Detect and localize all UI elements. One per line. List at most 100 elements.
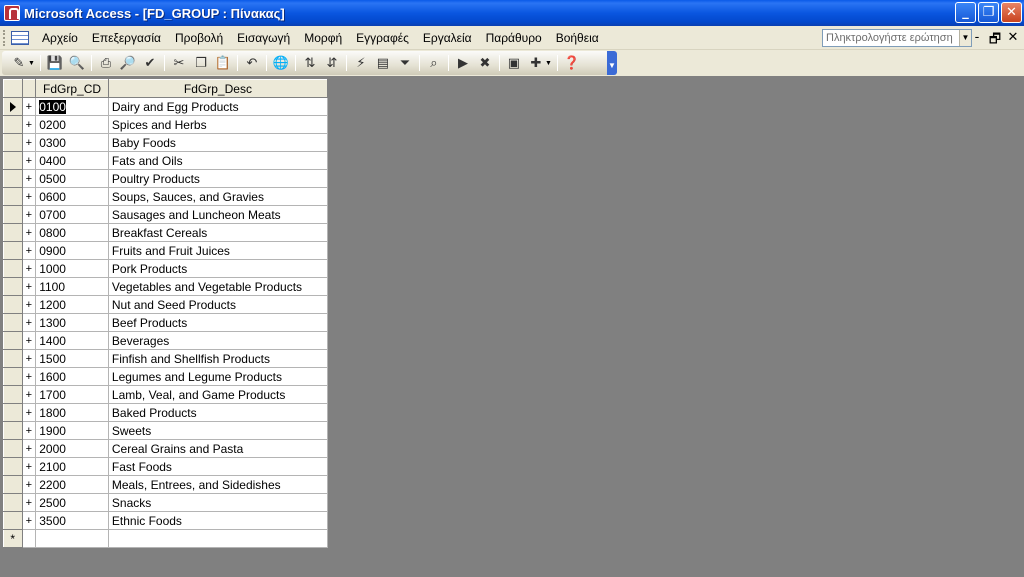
apply-filter-icon[interactable]: ⏷ [395,53,415,73]
cell-fdgrp-cd[interactable]: 0700 [35,205,109,224]
access-app-icon[interactable] [4,5,20,21]
paste-icon[interactable]: 📋 [213,53,233,73]
cell-fdgrp-cd[interactable]: 1000 [35,259,109,278]
record-selector[interactable] [3,295,23,314]
table-row[interactable]: +1600 Legumes and Legume Products [3,367,329,386]
record-selector[interactable] [3,115,23,134]
cell-fdgrp-cd[interactable]: 1300 [35,313,109,332]
column-header-fdgrp-cd[interactable]: FdGrp_CD [35,79,109,98]
expand-subdatasheet-icon[interactable]: + [21,349,37,368]
record-selector[interactable] [3,223,23,242]
minimize-button[interactable]: _ [955,2,976,23]
cell-fdgrp-desc[interactable]: Ethnic Foods [107,511,329,530]
find-icon[interactable]: ⌕ [424,53,444,73]
cell-fdgrp-desc[interactable]: Dairy and Egg Products [107,97,329,116]
record-selector[interactable] [3,439,23,458]
cell-fdgrp-desc[interactable]: Snacks [107,493,329,512]
menu-format[interactable]: Μορφή [297,28,349,48]
new-cell-fdgrp-desc[interactable] [107,529,329,548]
search-icon[interactable]: 🔍 [67,53,87,73]
expand-subdatasheet-icon[interactable]: + [21,403,37,422]
cell-fdgrp-desc[interactable]: Baked Products [107,403,329,422]
expand-subdatasheet-icon[interactable]: + [21,277,37,296]
datasheet-control-icon[interactable] [11,30,29,45]
record-selector[interactable] [3,97,23,116]
table-row[interactable]: +1500 Finfish and Shellfish Products [3,349,329,368]
cell-fdgrp-desc[interactable]: Sausages and Luncheon Meats [107,205,329,224]
new-record-row[interactable]: * [3,529,329,548]
cell-fdgrp-cd[interactable]: 0100 [35,97,109,116]
expand-subdatasheet-icon[interactable]: + [21,169,37,188]
record-selector[interactable] [3,169,23,188]
spelling-icon[interactable]: ✔ [140,53,160,73]
cell-fdgrp-desc[interactable]: Finfish and Shellfish Products [107,349,329,368]
cell-fdgrp-desc[interactable]: Meals, Entrees, and Sidedishes [107,475,329,494]
cell-fdgrp-cd[interactable]: 1400 [35,331,109,350]
table-row[interactable]: +0800 Breakfast Cereals [3,223,329,242]
cell-fdgrp-cd[interactable]: 0400 [35,151,109,170]
expand-subdatasheet-icon[interactable]: + [21,367,37,386]
cell-fdgrp-desc[interactable]: Fast Foods [107,457,329,476]
record-selector[interactable] [3,151,23,170]
new-record-icon[interactable]: ▶ [453,53,473,73]
table-row[interactable]: +2000 Cereal Grains and Pasta [3,439,329,458]
cell-fdgrp-desc[interactable]: Spices and Herbs [107,115,329,134]
record-selector[interactable] [3,493,23,512]
cell-fdgrp-cd[interactable]: 2000 [35,439,109,458]
table-row[interactable]: +1100 Vegetables and Vegetable Products [3,277,329,296]
record-selector[interactable] [3,331,23,350]
new-object-icon[interactable]: ✚ [526,53,546,73]
cell-fdgrp-cd[interactable]: 1700 [35,385,109,404]
select-all-corner[interactable] [3,79,23,98]
cell-fdgrp-desc[interactable]: Fats and Oils [107,151,329,170]
doc-minimize-button[interactable]: - [970,30,984,52]
table-row[interactable]: +0500 Poultry Products [3,169,329,188]
expand-subdatasheet-icon[interactable]: + [21,223,37,242]
print-icon[interactable]: ⎙ [96,53,116,73]
print-preview-icon[interactable]: 🔎 [118,53,138,73]
filter-by-form-icon[interactable]: ▤ [373,53,393,73]
record-selector[interactable] [3,205,23,224]
record-selector[interactable] [3,385,23,404]
menu-view[interactable]: Προβολή [168,28,230,48]
table-row[interactable]: +1800 Baked Products [3,403,329,422]
design-view-icon[interactable]: ✎ [9,53,29,73]
chevron-down-icon[interactable]: ▼ [545,60,552,67]
ask-question-input[interactable]: Πληκτρολογήστε ερώτηση ▼ [822,29,972,47]
cell-fdgrp-cd[interactable]: 2100 [35,457,109,476]
menu-help[interactable]: Βοήθεια [549,28,606,48]
cell-fdgrp-cd[interactable]: 0800 [35,223,109,242]
expand-subdatasheet-icon[interactable]: + [21,313,37,332]
chevron-down-icon[interactable]: ▼ [28,60,35,67]
table-row[interactable]: +0300 Baby Foods [3,133,329,152]
cell-fdgrp-cd[interactable]: 0500 [35,169,109,188]
record-selector[interactable] [3,259,23,278]
doc-close-button[interactable]: ✕ [1006,30,1020,52]
menu-insert[interactable]: Εισαγωγή [230,28,297,48]
hyperlink-icon[interactable]: 🌐 [271,53,291,73]
cell-fdgrp-desc[interactable]: Baby Foods [107,133,329,152]
record-selector[interactable] [3,187,23,206]
cell-fdgrp-cd[interactable]: 3500 [35,511,109,530]
sort-ascending-icon[interactable]: ⇅ [300,53,320,73]
cell-fdgrp-cd[interactable]: 1900 [35,421,109,440]
record-selector[interactable] [3,133,23,152]
cell-fdgrp-desc[interactable]: Vegetables and Vegetable Products [107,277,329,296]
table-row[interactable]: +3500 Ethnic Foods [3,511,329,530]
menu-grip-handle[interactable] [3,29,9,46]
cell-fdgrp-cd[interactable]: 2500 [35,493,109,512]
table-row[interactable]: +1000 Pork Products [3,259,329,278]
expand-subdatasheet-icon[interactable]: + [21,385,37,404]
cell-fdgrp-cd[interactable]: 1500 [35,349,109,368]
expand-subdatasheet-icon[interactable]: + [21,97,37,116]
undo-icon[interactable]: ↶ [242,53,262,73]
cut-icon[interactable]: ✂ [169,53,189,73]
cell-fdgrp-desc[interactable]: Fruits and Fruit Juices [107,241,329,260]
cell-fdgrp-cd[interactable]: 1600 [35,367,109,386]
record-selector[interactable] [3,277,23,296]
record-selector[interactable] [3,349,23,368]
expand-subdatasheet-icon[interactable]: + [21,331,37,350]
expand-subdatasheet-icon[interactable]: + [21,259,37,278]
table-row[interactable]: +1700 Lamb, Veal, and Game Products [3,385,329,404]
table-row[interactable]: +0100 Dairy and Egg Products [3,97,329,116]
